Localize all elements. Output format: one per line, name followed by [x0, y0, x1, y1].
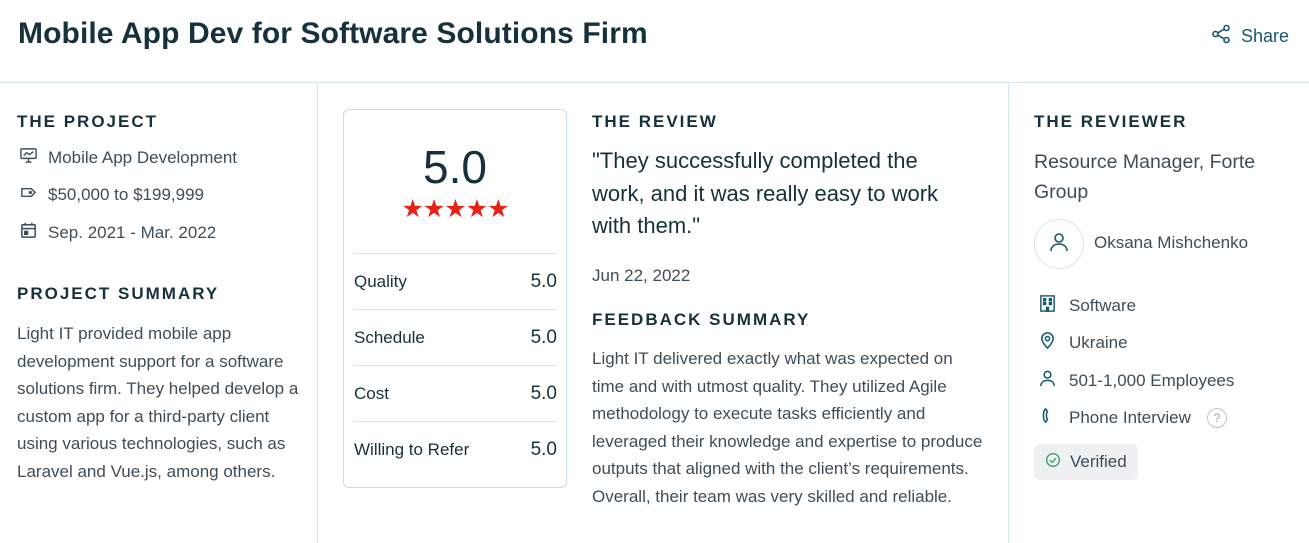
- score-row-willing-to-refer: Willing to Refer 5.0: [354, 421, 557, 477]
- project-column: THE PROJECT Mobile App Development $50,0…: [0, 84, 318, 543]
- dates-label: Sep. 2021 - Mar. 2022: [48, 223, 217, 242]
- budget-row: $50,000 to $199,999: [19, 183, 204, 207]
- reviewer-heading: THE REVIEWER: [1034, 112, 1188, 131]
- page-title: Mobile App Dev for Software Solutions Fi…: [18, 17, 648, 50]
- calendar-icon: [19, 221, 38, 245]
- share-button[interactable]: Share: [1211, 24, 1289, 49]
- score-value: 5.0: [530, 326, 557, 348]
- presentation-icon: [19, 146, 38, 170]
- review-quote: "They successfully completed the work, a…: [592, 148, 939, 238]
- interview-row: Phone Interview ?: [1038, 406, 1227, 430]
- score-label: Willing to Refer: [354, 439, 470, 459]
- industry-label: Software: [1069, 296, 1137, 315]
- building-icon: [1038, 294, 1057, 318]
- reviewer-column: THE REVIEWER Resource Manager, Forte Gro…: [1009, 84, 1309, 543]
- user-icon: [1047, 230, 1071, 259]
- score-value: 5.0: [530, 382, 557, 404]
- review-date: Jun 22, 2022: [592, 266, 691, 285]
- page-header: Mobile App Dev for Software Solutions Fi…: [0, 0, 1309, 83]
- company-size-label: 501-1,000 Employees: [1069, 371, 1235, 390]
- industry-row: Software: [1038, 294, 1136, 318]
- check-circle-icon: [1045, 452, 1061, 473]
- project-summary-text: Light IT provided mobile app development…: [17, 324, 299, 481]
- score-row-cost: Cost 5.0: [354, 365, 557, 421]
- interview-label: Phone Interview: [1069, 408, 1191, 427]
- service-row: Mobile App Development: [19, 146, 237, 170]
- project-summary-heading: PROJECT SUMMARY: [17, 284, 220, 303]
- avatar: [1034, 219, 1084, 269]
- help-icon[interactable]: ?: [1206, 408, 1227, 428]
- rating-card: 5.0 ★★★★★ Quality 5.0 Schedule 5.0 Cost …: [343, 109, 567, 488]
- verified-label: Verified: [1070, 452, 1127, 471]
- phone-icon: [1038, 406, 1057, 430]
- project-heading: THE PROJECT: [17, 112, 159, 131]
- location-label: Ukraine: [1069, 333, 1128, 352]
- location-pin-icon: [1038, 331, 1057, 355]
- review-heading: THE REVIEW: [592, 112, 718, 131]
- reviewer-role: Resource Manager, Forte Group: [1034, 151, 1256, 203]
- price-tag-icon: [19, 183, 38, 207]
- score-row-schedule: Schedule 5.0: [354, 309, 557, 365]
- verified-badge: Verified: [1034, 444, 1138, 480]
- location-row: Ukraine: [1038, 331, 1128, 355]
- overall-rating: 5.0: [423, 141, 487, 193]
- budget-label: $50,000 to $199,999: [48, 185, 204, 204]
- score-label: Cost: [354, 383, 389, 403]
- score-row-quality: Quality 5.0: [354, 253, 557, 309]
- review-column: 5.0 ★★★★★ Quality 5.0 Schedule 5.0 Cost …: [318, 84, 1009, 543]
- score-value: 5.0: [530, 270, 557, 292]
- score-value: 5.0: [530, 438, 557, 460]
- feedback-summary-text: Light IT delivered exactly what was expe…: [592, 349, 983, 506]
- person-icon: [1038, 369, 1057, 393]
- dates-row: Sep. 2021 - Mar. 2022: [19, 221, 216, 245]
- reviewer-name: Oksana Mishchenko: [1094, 233, 1249, 252]
- score-label: Schedule: [354, 327, 425, 347]
- service-label: Mobile App Development: [48, 148, 238, 167]
- star-rating: ★★★★★: [401, 195, 509, 223]
- feedback-summary-heading: FEEDBACK SUMMARY: [592, 310, 811, 329]
- company-size-row: 501-1,000 Employees: [1038, 369, 1234, 393]
- share-icon: [1211, 24, 1231, 49]
- score-label: Quality: [354, 271, 407, 291]
- share-label: Share: [1240, 26, 1289, 46]
